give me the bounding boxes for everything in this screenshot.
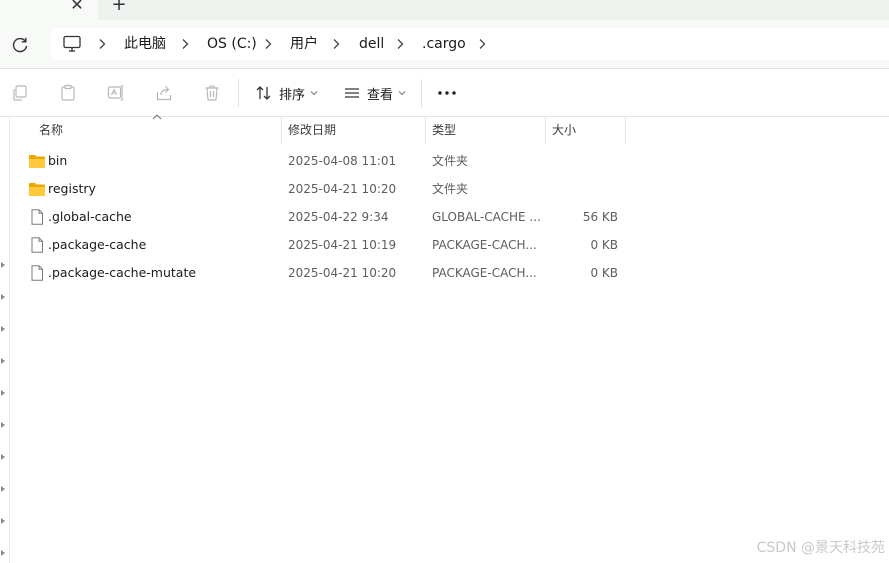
sort-label: 排序 [279, 87, 306, 103]
file-date: 2025-04-22 9:34 [288, 210, 389, 224]
nav-expand-icon[interactable] [1, 358, 5, 364]
file-date: 2025-04-21 10:20 [288, 266, 397, 280]
address-row: 此电脑 OS (C:) 用户 dell .cargo [0, 20, 889, 68]
breadcrumb-users[interactable]: 用户 [290, 28, 318, 60]
breadcrumb-this-pc[interactable]: 此电脑 [124, 28, 166, 60]
sort-icon [256, 86, 271, 100]
folder-icon [29, 183, 45, 196]
tab-active[interactable]: ✕ [0, 0, 98, 20]
nav-expand-icon[interactable] [1, 294, 5, 300]
breadcrumb-chevron-icon[interactable] [263, 38, 273, 50]
column-resize-handle[interactable] [425, 116, 426, 144]
rename-icon[interactable] [107, 84, 125, 102]
file-row-global-cache[interactable]: .global-cache 2025-04-22 9:34 GLOBAL-CAC… [18, 203, 628, 231]
file-name: .package-cache [48, 237, 147, 252]
file-name: .package-cache-mutate [48, 265, 197, 280]
view-button[interactable]: 查看 [343, 78, 412, 108]
view-list-icon [345, 88, 359, 98]
file-row-registry[interactable]: registry 2025-04-21 10:20 文件夹 [18, 175, 628, 203]
sort-ascending-icon [152, 114, 162, 120]
file-type: 文件夹 [432, 182, 469, 196]
copy-icon[interactable] [11, 84, 29, 102]
file-size: 0 KB [590, 238, 618, 252]
file-type: PACKAGE-CACH... [432, 266, 537, 280]
column-header-date[interactable]: 修改日期 [288, 116, 336, 144]
file-size: 56 KB [582, 210, 618, 224]
file-date: 2025-04-08 11:01 [288, 154, 397, 168]
nav-expand-icon[interactable] [1, 486, 5, 492]
breadcrumb-cargo[interactable]: .cargo [422, 28, 466, 60]
column-header-size[interactable]: 大小 [552, 116, 576, 144]
tab-close-button[interactable]: ✕ [66, 0, 88, 14]
breadcrumb-chevron-icon[interactable] [97, 38, 107, 50]
nav-expand-icon[interactable] [1, 454, 5, 460]
tab-strip: ✕ + [0, 0, 889, 20]
file-row-bin[interactable]: bin 2025-04-08 11:01 文件夹 [18, 147, 628, 175]
delete-icon[interactable] [203, 84, 221, 102]
nav-expand-icon[interactable] [1, 262, 5, 268]
breadcrumb-chevron-icon[interactable] [331, 38, 341, 50]
breadcrumb-chevron-icon[interactable] [477, 38, 487, 50]
file-name: bin [48, 153, 68, 168]
file-size: 0 KB [590, 266, 618, 280]
navigation-pane[interactable] [0, 116, 10, 563]
breadcrumb-chevron-icon[interactable] [395, 38, 405, 50]
nav-expand-icon[interactable] [1, 422, 5, 428]
nav-expand-icon[interactable] [1, 390, 5, 396]
more-options-icon[interactable] [434, 83, 460, 103]
column-resize-handle[interactable] [281, 116, 282, 144]
file-type: 文件夹 [432, 154, 469, 168]
toolbar-divider [421, 79, 422, 107]
refresh-icon[interactable] [10, 35, 30, 55]
breadcrumb-chevron-icon[interactable] [180, 38, 190, 50]
this-pc-icon[interactable] [62, 35, 82, 53]
watermark: CSDN @景天科技苑 [756, 540, 885, 556]
file-date: 2025-04-21 10:20 [288, 182, 397, 196]
new-tab-button[interactable]: + [108, 0, 130, 14]
file-icon [31, 209, 43, 225]
file-type: PACKAGE-CACH... [432, 238, 537, 252]
column-header-name[interactable]: 名称 [39, 116, 63, 144]
file-icon [31, 237, 43, 253]
column-header-type[interactable]: 类型 [432, 116, 456, 144]
column-resize-handle[interactable] [625, 116, 626, 144]
view-label: 查看 [367, 87, 394, 103]
breadcrumb-dell[interactable]: dell [359, 28, 384, 60]
nav-expand-icon[interactable] [1, 326, 5, 332]
nav-expand-icon[interactable] [1, 518, 5, 524]
column-resize-handle[interactable] [545, 116, 546, 144]
file-name: registry [48, 181, 96, 196]
paste-icon[interactable] [59, 84, 77, 102]
file-date: 2025-04-21 10:19 [288, 238, 397, 252]
command-bar: 排序 查看 [0, 68, 889, 117]
sort-button[interactable]: 排序 [255, 78, 324, 108]
chevron-down-icon [398, 91, 406, 96]
file-name: .global-cache [48, 209, 132, 224]
share-icon[interactable] [155, 84, 173, 102]
chevron-down-icon [310, 91, 318, 96]
column-header-row: 名称 修改日期 类型 大小 [0, 114, 889, 144]
file-icon [31, 265, 43, 281]
file-type: GLOBAL-CACHE ... [432, 210, 541, 224]
file-row-package-cache-mutate[interactable]: .package-cache-mutate 2025-04-21 10:20 P… [18, 259, 628, 287]
toolbar-divider [238, 79, 239, 107]
folder-icon [29, 155, 45, 168]
file-row-package-cache[interactable]: .package-cache 2025-04-21 10:19 PACKAGE-… [18, 231, 628, 259]
breadcrumb-os-c[interactable]: OS (C:) [207, 28, 257, 60]
address-bar[interactable]: 此电脑 OS (C:) 用户 dell .cargo [50, 28, 889, 60]
nav-expand-icon[interactable] [1, 550, 5, 556]
